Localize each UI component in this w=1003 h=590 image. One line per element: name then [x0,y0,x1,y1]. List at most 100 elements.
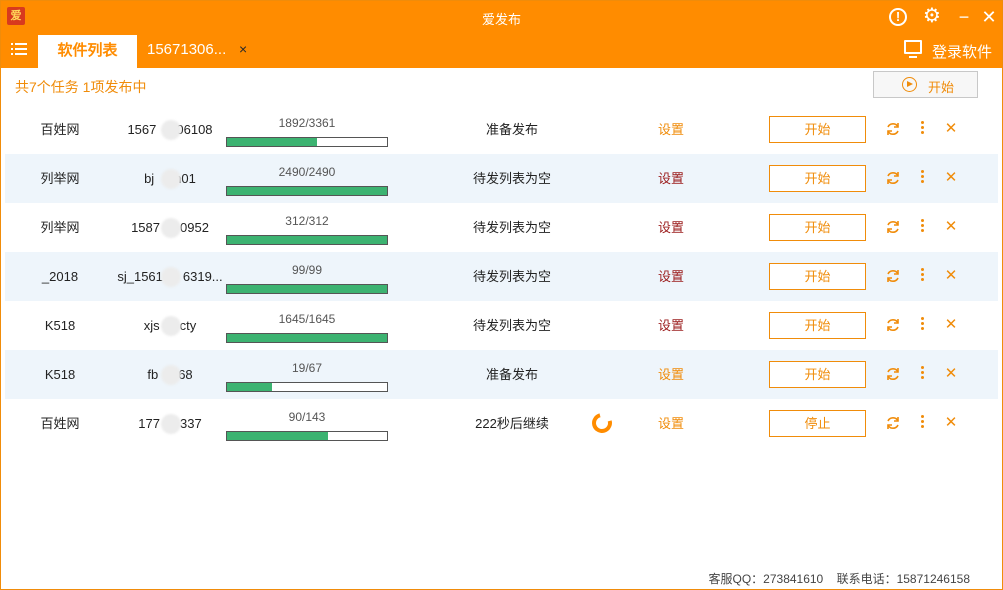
more-icon[interactable] [919,365,925,383]
monitor-icon[interactable] [904,40,922,58]
refresh-icon[interactable] [885,170,901,186]
refresh-icon[interactable] [885,366,901,382]
blur-mask [161,120,181,140]
more-icon[interactable] [919,267,925,285]
refresh-icon[interactable] [885,268,901,284]
login-button[interactable]: 登录软件 [932,41,992,62]
task-progress: 90/143 [226,409,388,441]
play-icon [902,77,917,92]
task-action-button[interactable]: 开始 [769,165,866,192]
delete-icon[interactable]: ✕ [943,364,959,384]
task-status: 待发列表为空 [472,269,551,284]
progress-fill [227,285,387,293]
tab-account[interactable]: 15671306... [147,41,226,58]
task-summary: 共7个任务 1项发布中 [15,79,147,95]
delete-icon[interactable]: ✕ [943,315,959,335]
blur-mask [161,169,181,189]
close-icon[interactable]: ✕ [979,7,999,27]
task-progress-text: 99/99 [291,263,323,277]
task-action-button[interactable]: 开始 [769,263,866,290]
title-bar: 爱 爱发布 ! ⚙ − ✕ [1,1,1002,33]
task-status: 222秒后继续 [475,416,549,431]
task-site: K518 [44,367,76,382]
more-icon[interactable] [919,316,925,334]
blur-mask [161,414,181,434]
task-site: 列举网 [40,220,80,235]
task-account-start: fb [147,367,159,382]
task-progress: 19/67 [226,360,388,392]
refresh-icon[interactable] [885,219,901,235]
task-row: 列举网 bj h01 2490/2490 待发列表为空 设置 开始 ✕ [5,154,998,203]
task-settings-link[interactable]: 设置 [651,252,691,301]
task-progress-text: 2490/2490 [278,165,336,179]
task-action-button[interactable]: 开始 [769,214,866,241]
task-row: 列举网 1587 0952 312/312 待发列表为空 设置 开始 ✕ [5,203,998,252]
task-action-button[interactable]: 开始 [769,361,866,388]
task-progress: 312/312 [226,213,388,245]
refresh-icon[interactable] [885,415,901,431]
task-row: K518 fb 68 19/67 准备发布 设置 开始 ✕ [5,350,998,399]
progress-fill [227,187,387,195]
task-account-end: 0952 [180,220,209,235]
progress-fill [227,334,387,342]
task-row: 百姓网 1567 06108 1892/3361 准备发布 设置 开始 ✕ [5,105,998,154]
more-icon[interactable] [919,169,925,187]
info-icon[interactable]: ! [889,8,907,26]
delete-icon[interactable]: ✕ [943,266,959,286]
delete-icon[interactable]: ✕ [943,217,959,237]
task-site: K518 [44,318,76,333]
task-progress-text: 312/312 [285,214,329,228]
delete-icon[interactable]: ✕ [943,168,959,188]
refresh-icon[interactable] [885,317,901,333]
delete-icon[interactable]: ✕ [943,413,959,433]
task-settings-link[interactable]: 设置 [651,301,691,350]
more-icon[interactable] [919,414,925,432]
task-account-end: 06108 [176,122,213,137]
task-account-end: 337 [180,416,202,431]
task-row: 百姓网 177 337 90/143 222秒后继续 设置 停止 ✕ [5,399,998,448]
start-all-button[interactable]: 开始 [873,71,978,98]
task-settings-link[interactable]: 设置 [651,399,691,448]
task-row: K518 xjs cty 1645/1645 待发列表为空 设置 开始 ✕ [5,301,998,350]
task-account-end: 6319... [182,269,223,284]
more-icon[interactable] [919,120,925,138]
progress-bar [226,137,388,147]
tab-close-icon[interactable]: × [239,41,247,57]
task-account-end: cty [179,318,197,333]
blur-mask [161,218,181,238]
task-settings-link[interactable]: 设置 [651,203,691,252]
task-status: 待发列表为空 [472,318,551,333]
task-settings-link[interactable]: 设置 [651,105,691,154]
loading-spinner-icon [588,409,616,437]
tab-software-list[interactable]: 软件列表 [38,35,137,68]
task-status: 待发列表为空 [472,171,551,186]
task-settings-link[interactable]: 设置 [651,350,691,399]
task-action-button[interactable]: 开始 [769,312,866,339]
task-progress: 1892/3361 [226,115,388,147]
task-progress: 1645/1645 [226,311,388,343]
blur-mask [161,267,181,287]
task-site: 百姓网 [40,122,80,137]
minimize-icon[interactable]: − [954,7,974,27]
task-settings-link[interactable]: 设置 [651,154,691,203]
task-progress: 99/99 [226,262,388,294]
task-action-button[interactable]: 开始 [769,116,866,143]
footer-qq: 客服QQ：273841610 [708,572,824,586]
task-account-start: 177 [138,416,160,431]
task-list: 百姓网 1567 06108 1892/3361 准备发布 设置 开始 ✕ 列举网 bj h01 24… [5,105,998,448]
tab-bar: 软件列表 15671306... × 登录软件 [1,33,1002,68]
task-action-button[interactable]: 停止 [769,410,866,437]
task-status: 待发列表为空 [472,220,551,235]
more-icon[interactable] [919,218,925,236]
task-row: _2018 sj_1561 6319... 99/99 待发列表为空 设置 开始 ✕ [5,252,998,301]
footer-phone: 联系电话：15871246158 [836,572,970,586]
progress-bar [226,382,388,392]
delete-icon[interactable]: ✕ [943,119,959,139]
task-site: 列举网 [40,171,80,186]
gear-icon[interactable]: ⚙ [922,6,942,26]
menu-icon[interactable] [11,42,27,56]
task-account-start: xjs [143,318,160,333]
task-account-start: bj [144,171,155,186]
progress-fill [227,138,318,146]
refresh-icon[interactable] [885,121,901,137]
